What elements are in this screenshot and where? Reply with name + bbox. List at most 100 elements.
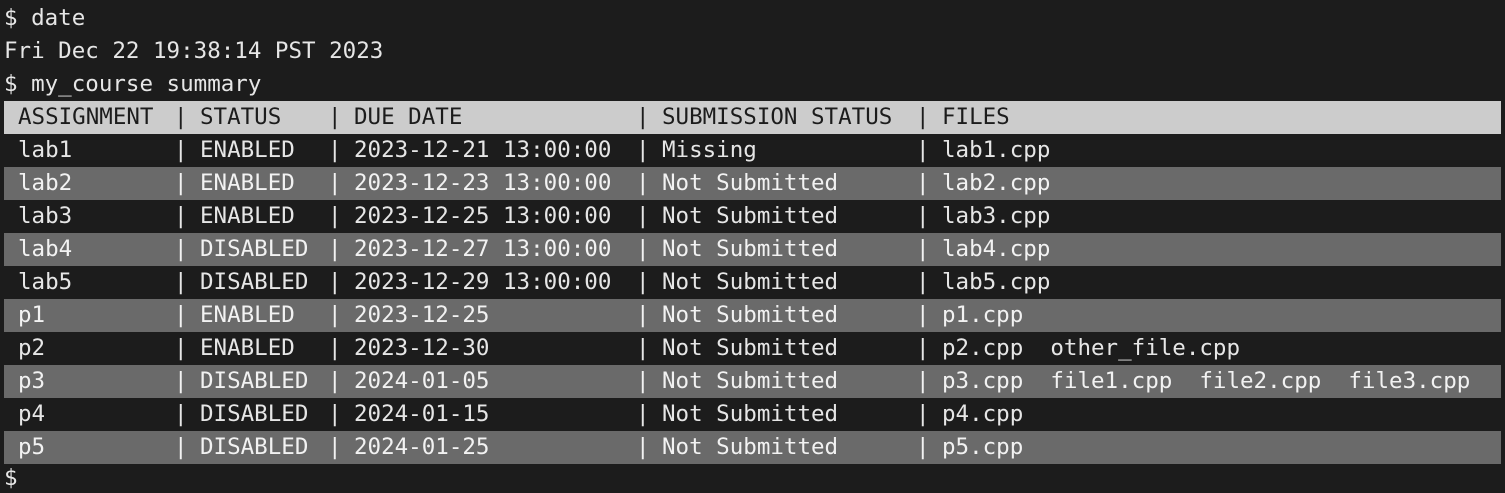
column-separator: |: [636, 368, 650, 394]
column-separator: |: [174, 236, 188, 262]
cell-submission-status: Not Submitted: [662, 302, 839, 328]
prompt-symbol: $: [4, 5, 18, 31]
cell-submission-status: Missing: [662, 137, 757, 163]
column-separator: |: [328, 104, 342, 130]
cell-assignment: lab5: [18, 269, 73, 295]
column-header-due-date: DUE DATE: [354, 104, 463, 130]
column-separator: |: [636, 434, 650, 460]
column-header-assignment: ASSIGNMENT: [18, 104, 154, 130]
cell-due-date: 2023-12-29 13:00:00: [354, 269, 612, 295]
column-separator: |: [174, 170, 188, 196]
cell-files: p3.cpp file1.cpp file2.cpp file3.cpp: [942, 368, 1471, 394]
column-separator: |: [636, 203, 650, 229]
column-separator: |: [916, 401, 930, 427]
cell-files: lab3.cpp: [942, 203, 1051, 229]
column-separator: |: [328, 434, 342, 460]
table-row: lab5 | DISABLED | 2023-12-29 13:00:00 | Not Su…: [4, 266, 1501, 299]
column-header-files: FILES: [942, 104, 1010, 130]
cell-status: ENABLED: [200, 170, 295, 196]
cell-files: p5.cpp: [942, 434, 1024, 460]
table-row: lab1 | ENABLED | 2023-12-21 13:00:00 | Missing…: [4, 134, 1501, 167]
column-separator: |: [174, 203, 188, 229]
table-row: lab2 | ENABLED | 2023-12-23 13:00:00 | Not Sub…: [4, 167, 1501, 200]
column-separator: |: [636, 104, 650, 130]
cell-status: ENABLED: [200, 335, 295, 361]
prompt-symbol: $: [4, 71, 18, 97]
cell-files: p2.cpp other_file.cpp: [942, 335, 1241, 361]
column-separator: |: [174, 434, 188, 460]
column-separator: |: [328, 236, 342, 262]
column-separator: |: [328, 170, 342, 196]
cell-due-date: 2024-01-15: [354, 401, 490, 427]
cell-submission-status: Not Submitted: [662, 170, 839, 196]
cell-due-date: 2023-12-27 13:00:00: [354, 236, 612, 262]
table-row: p1 | ENABLED | 2023-12-25 | Not Submitted | p1.c…: [4, 299, 1501, 332]
cell-files: lab1.cpp: [942, 137, 1051, 163]
column-separator: |: [916, 170, 930, 196]
column-separator: |: [328, 137, 342, 163]
cell-due-date: 2024-01-25: [354, 434, 490, 460]
shell-prompt[interactable]: $: [4, 462, 18, 493]
cell-due-date: 2023-12-21 13:00:00: [354, 137, 612, 163]
cell-submission-status: Not Submitted: [662, 434, 839, 460]
prompt-symbol: $: [4, 465, 18, 491]
cell-submission-status: Not Submitted: [662, 401, 839, 427]
cell-status: DISABLED: [200, 269, 309, 295]
cell-assignment: lab3: [18, 203, 73, 229]
cell-submission-status: Not Submitted: [662, 203, 839, 229]
table-row: lab4 | DISABLED | 2023-12-27 13:00:00 | Not Su…: [4, 233, 1501, 266]
summary-table: ASSIGNMENT | STATUS | DUE DATE | SUBMISS…: [0, 101, 1505, 464]
column-separator: |: [916, 203, 930, 229]
cell-files: p4.cpp: [942, 401, 1024, 427]
cell-status: DISABLED: [200, 434, 309, 460]
column-separator: |: [636, 269, 650, 295]
column-separator: |: [328, 401, 342, 427]
table-header-row: ASSIGNMENT | STATUS | DUE DATE | SUBMISS…: [4, 101, 1501, 134]
table-row: p4 | DISABLED | 2024-01-15 | Not Submitted | p4.…: [4, 398, 1501, 431]
command-text: my_course summary: [31, 71, 262, 97]
column-separator: |: [916, 335, 930, 361]
column-separator: |: [174, 368, 188, 394]
command-line-date: $ date: [4, 2, 85, 35]
column-header-submission-status: SUBMISSION STATUS: [662, 104, 893, 130]
cell-assignment: lab4: [18, 236, 73, 262]
cell-assignment: lab1: [18, 137, 73, 163]
table-row: p2 | ENABLED | 2023-12-30 | Not Submitted | p2.c…: [4, 332, 1501, 365]
cell-files: lab5.cpp: [942, 269, 1051, 295]
column-separator: |: [916, 137, 930, 163]
terminal-window[interactable]: $ date Fri Dec 22 19:38:14 PST 2023 $ my…: [0, 0, 1505, 493]
cell-status: ENABLED: [200, 203, 295, 229]
column-header-status: STATUS: [200, 104, 282, 130]
column-separator: |: [174, 302, 188, 328]
column-separator: |: [636, 335, 650, 361]
cell-files: p1.cpp: [942, 302, 1024, 328]
column-separator: |: [636, 302, 650, 328]
command-text: date: [31, 5, 86, 31]
column-separator: |: [636, 236, 650, 262]
cell-status: ENABLED: [200, 302, 295, 328]
column-separator: |: [328, 335, 342, 361]
column-separator: |: [636, 170, 650, 196]
cell-due-date: 2023-12-30: [354, 335, 490, 361]
table-row: lab3 | ENABLED | 2023-12-25 13:00:00 | Not Sub…: [4, 200, 1501, 233]
column-separator: |: [916, 368, 930, 394]
cell-due-date: 2023-12-25: [354, 302, 490, 328]
column-separator: |: [328, 203, 342, 229]
cell-status: DISABLED: [200, 236, 309, 262]
column-separator: |: [636, 401, 650, 427]
cell-submission-status: Not Submitted: [662, 236, 839, 262]
cell-files: lab4.cpp: [942, 236, 1051, 262]
cell-status: DISABLED: [200, 368, 309, 394]
cell-submission-status: Not Submitted: [662, 269, 839, 295]
column-separator: |: [328, 302, 342, 328]
column-separator: |: [636, 137, 650, 163]
cell-assignment: p3: [18, 368, 46, 394]
cell-due-date: 2024-01-05: [354, 368, 490, 394]
cell-assignment: p5: [18, 434, 46, 460]
cell-submission-status: Not Submitted: [662, 368, 839, 394]
cell-assignment: p1: [18, 302, 46, 328]
column-separator: |: [328, 368, 342, 394]
command-output-date: Fri Dec 22 19:38:14 PST 2023: [4, 38, 384, 64]
cell-status: ENABLED: [200, 137, 295, 163]
cell-files: lab2.cpp: [942, 170, 1051, 196]
